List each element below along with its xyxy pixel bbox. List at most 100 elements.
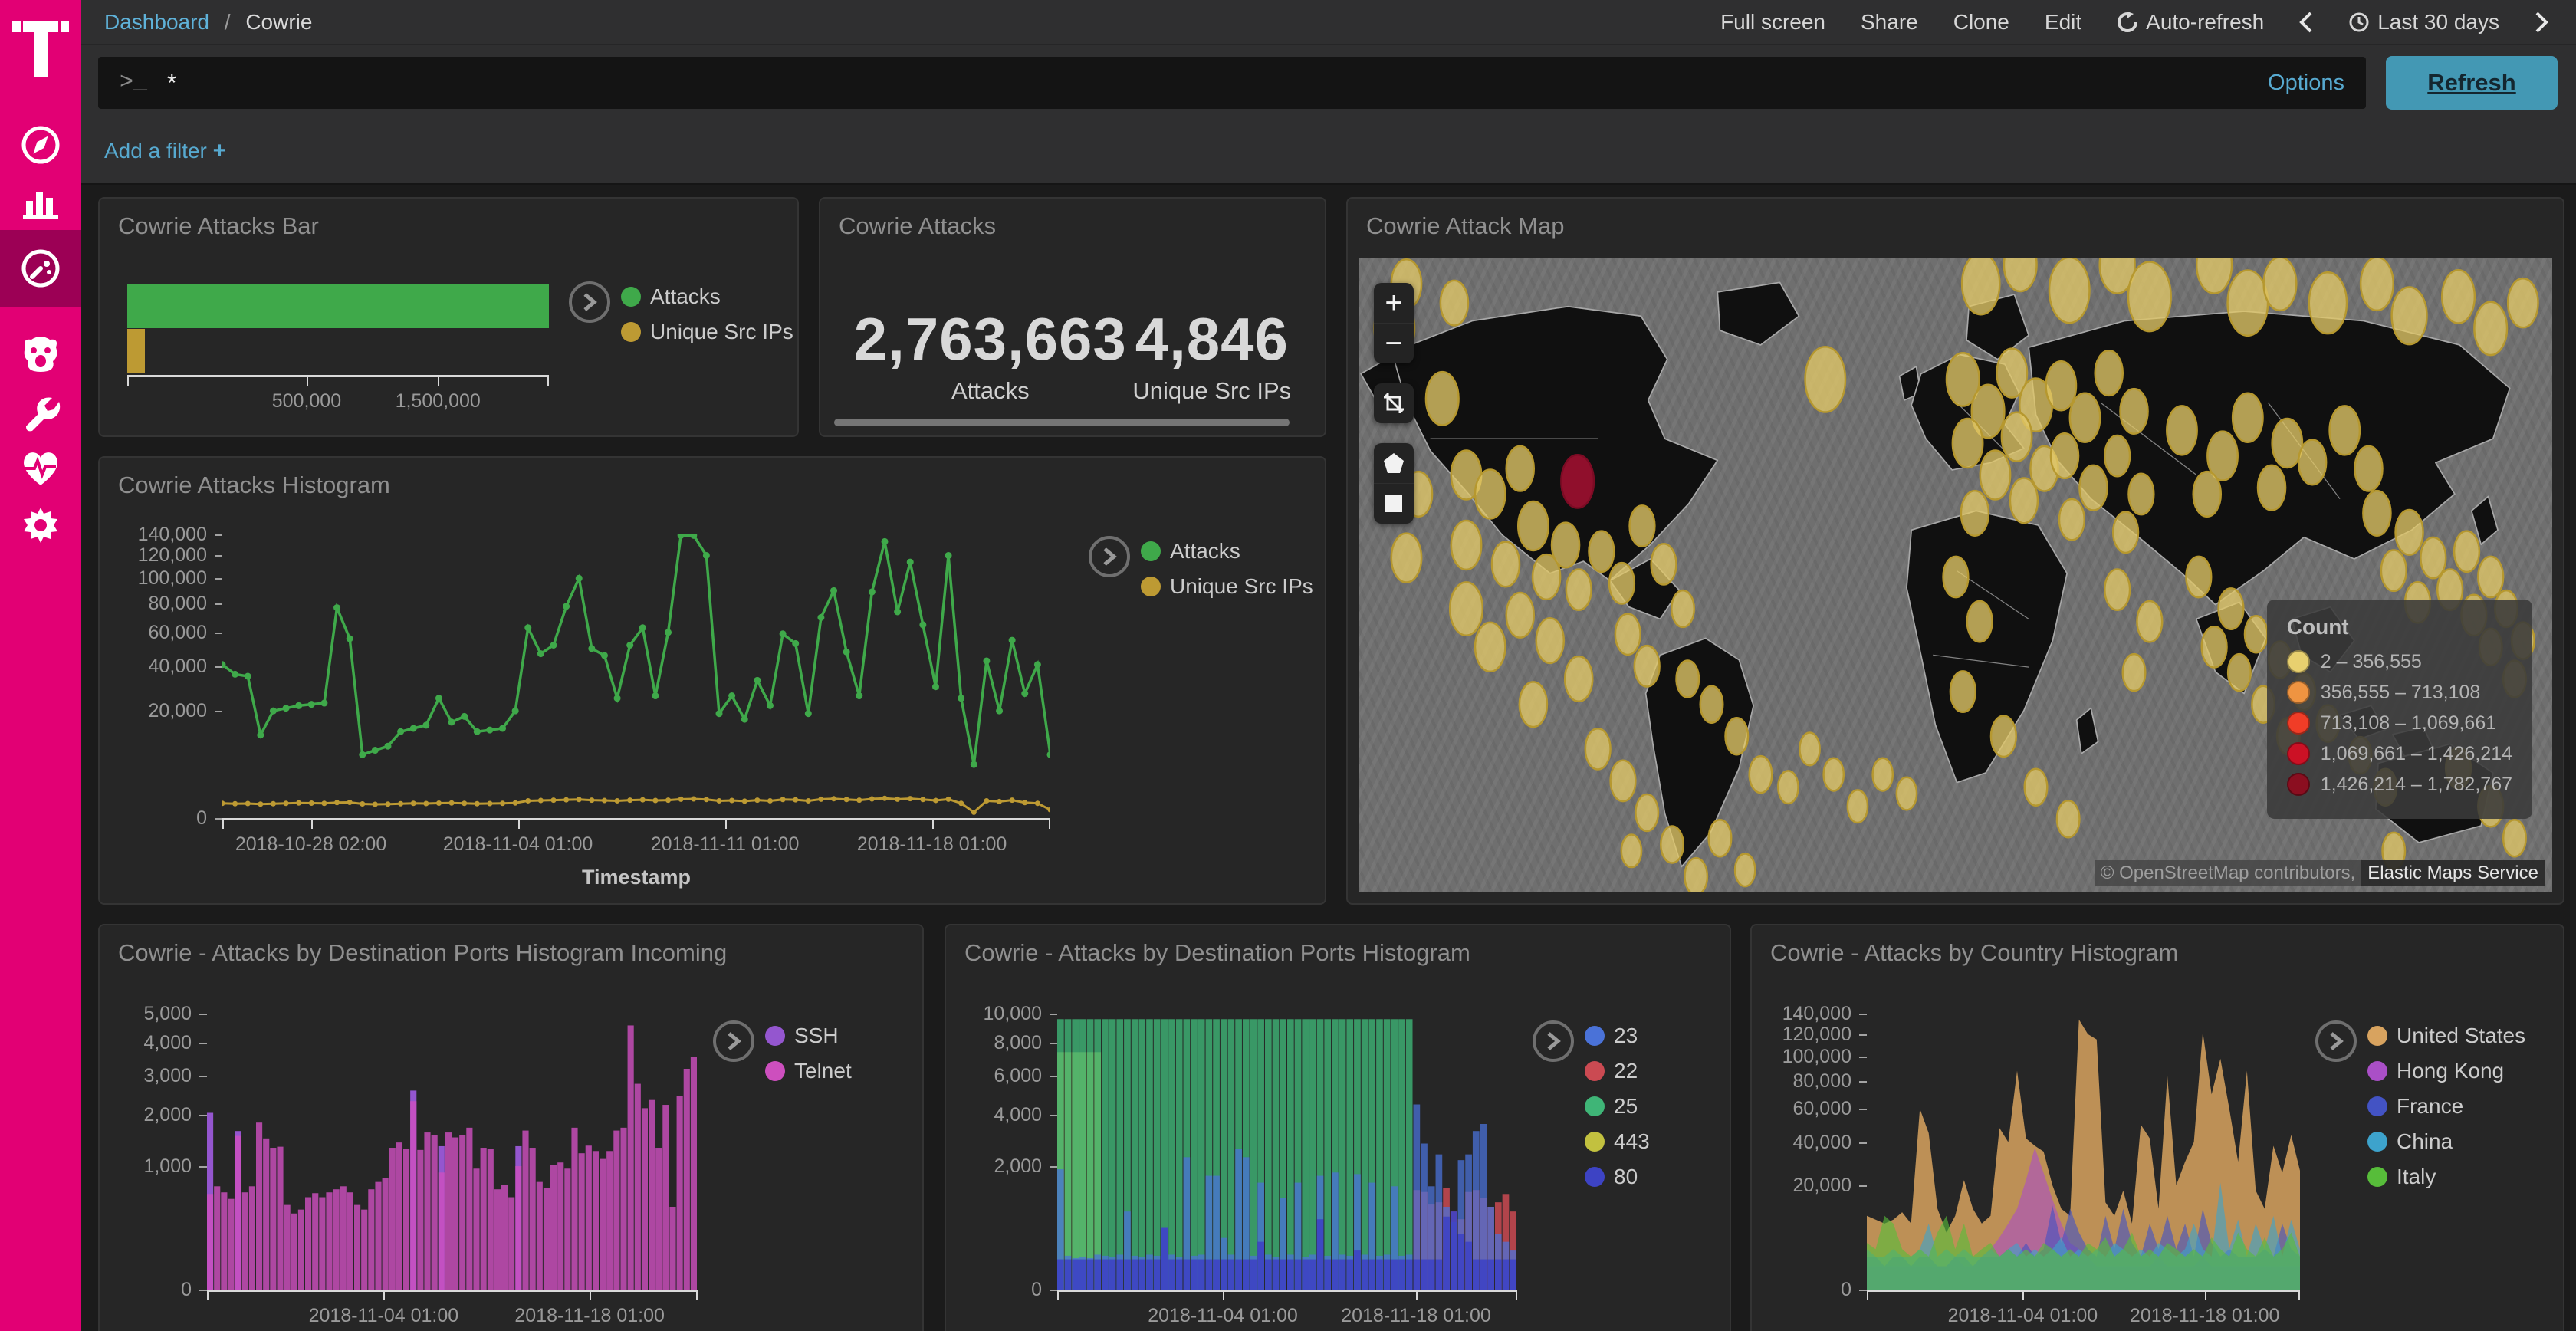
country-area-chart bbox=[1867, 1014, 2300, 1290]
x-axis-title: Timestamp bbox=[222, 866, 1050, 889]
metric-unique-src-ips: 4,846Unique Src IPs bbox=[1132, 304, 1291, 405]
map-fit-bounds-button[interactable] bbox=[1374, 383, 1414, 423]
x-tick-label: 2018-11-04 01:00 bbox=[434, 833, 603, 856]
map-zoom-in-button[interactable]: + bbox=[1374, 283, 1414, 324]
plus-icon: + bbox=[213, 138, 227, 163]
legend-item-china[interactable]: China bbox=[2367, 1129, 2525, 1154]
legend-item-23[interactable]: 23 bbox=[1585, 1024, 1650, 1048]
auto-refresh-button[interactable]: Auto-refresh bbox=[2117, 10, 2264, 35]
map-legend-label: 1,426,214 – 1,782,767 bbox=[2321, 774, 2512, 796]
osm-attribution[interactable]: © OpenStreetMap contributors, bbox=[2095, 860, 2362, 886]
query-prompt-icon: >_ bbox=[120, 70, 147, 96]
heartbeat-icon bbox=[19, 447, 62, 490]
map-polygon-filter-button[interactable] bbox=[1374, 443, 1414, 484]
y-tick-label: 8,000 bbox=[950, 1032, 1042, 1054]
query-value[interactable]: * bbox=[167, 69, 2249, 97]
legend-item-attacks[interactable]: Attacks bbox=[1141, 539, 1313, 564]
edit-button[interactable]: Edit bbox=[2045, 10, 2082, 35]
time-forward-button[interactable] bbox=[2535, 11, 2548, 34]
map-legend-color-dot bbox=[2287, 742, 2310, 765]
legend-expand-button[interactable] bbox=[1089, 536, 1130, 577]
legend-item-80[interactable]: 80 bbox=[1585, 1165, 1650, 1189]
legend-item-unique-src-ips[interactable]: Unique Src IPs bbox=[621, 320, 794, 344]
y-tick-label: 20,000 bbox=[1760, 1175, 1852, 1197]
y-tick-label: 80,000 bbox=[115, 593, 207, 615]
sidebar-item-dashboard[interactable] bbox=[0, 230, 81, 307]
map-legend-item: 356,555 – 713,108 bbox=[2287, 681, 2512, 704]
y-tick-label: 120,000 bbox=[1760, 1024, 1852, 1046]
world-map[interactable]: + − bbox=[1359, 258, 2552, 892]
legend-expand-button[interactable] bbox=[569, 281, 610, 323]
ems-attribution[interactable]: Elastic Maps Service bbox=[2361, 860, 2545, 886]
map-legend-color-dot bbox=[2287, 773, 2310, 796]
legend-color-dot bbox=[2367, 1167, 2387, 1187]
panel-title: Cowrie - Attacks by Destination Ports Hi… bbox=[100, 925, 922, 967]
app-sidebar bbox=[0, 0, 81, 1331]
sidebar-item-discover[interactable] bbox=[0, 117, 81, 173]
refresh-button[interactable]: Refresh bbox=[2386, 56, 2558, 110]
timelion-face-icon bbox=[19, 334, 62, 376]
map-zoom-out-button[interactable]: − bbox=[1374, 324, 1414, 363]
legend-item-attacks[interactable]: Attacks bbox=[621, 284, 794, 309]
chevron-icon bbox=[2535, 11, 2548, 34]
y-tick-label: 0 bbox=[950, 1279, 1042, 1301]
compass-icon bbox=[20, 124, 61, 166]
legend-item-united-states[interactable]: United States bbox=[2367, 1024, 2525, 1048]
legend-item-hong-kong[interactable]: Hong Kong bbox=[2367, 1059, 2525, 1083]
panel-country: Cowrie - Attacks by Country Histogram 02… bbox=[1750, 924, 2564, 1331]
legend-expand-button[interactable] bbox=[713, 1020, 754, 1062]
y-tick-label: 0 bbox=[1760, 1279, 1852, 1301]
legend-color-dot bbox=[1585, 1026, 1605, 1046]
legend-item-france[interactable]: France bbox=[2367, 1094, 2525, 1119]
query-bar: >_ * Options Refresh bbox=[81, 45, 2576, 119]
share-button[interactable]: Share bbox=[1861, 10, 1918, 35]
legend-expand-button[interactable] bbox=[2315, 1020, 2357, 1062]
legend-item-25[interactable]: 25 bbox=[1585, 1094, 1650, 1119]
panel-attack-map: Cowrie Attack Map bbox=[1346, 197, 2564, 905]
legend-color-dot bbox=[2367, 1096, 2387, 1116]
legend-item-unique-src-ips[interactable]: Unique Src IPs bbox=[1141, 574, 1313, 599]
time-picker-button[interactable]: Last 30 days bbox=[2348, 10, 2499, 35]
search-input[interactable]: >_ * Options bbox=[98, 57, 2366, 109]
breadcrumb-page: Cowrie bbox=[245, 10, 312, 34]
bar-chart-icon bbox=[20, 181, 61, 222]
bar-attacks bbox=[127, 284, 549, 328]
map-legend-item: 2 – 356,555 bbox=[2287, 650, 2512, 673]
legend-item-telnet[interactable]: Telnet bbox=[765, 1059, 852, 1083]
full-screen-button[interactable]: Full screen bbox=[1720, 10, 1825, 35]
sidebar-item-timelion[interactable] bbox=[0, 327, 81, 383]
clone-button[interactable]: Clone bbox=[1953, 10, 2009, 35]
t-mobile-logo[interactable] bbox=[0, 0, 81, 90]
legend-label: SSH bbox=[794, 1024, 839, 1048]
legend-color-dot bbox=[1585, 1167, 1605, 1187]
legend-item-ssh[interactable]: SSH bbox=[765, 1024, 852, 1048]
map-rectangle-filter-button[interactable] bbox=[1374, 484, 1414, 524]
legend-color-dot bbox=[1141, 541, 1161, 561]
y-tick-label: 4,000 bbox=[950, 1104, 1042, 1126]
sidebar-item-visualize[interactable] bbox=[0, 173, 81, 230]
legend-label: China bbox=[2397, 1129, 2453, 1154]
y-tick-label: 140,000 bbox=[115, 524, 207, 546]
sidebar-item-management[interactable] bbox=[0, 497, 81, 554]
map-legend-label: 713,108 – 1,069,661 bbox=[2321, 712, 2496, 735]
add-filter-link[interactable]: Add a filter + bbox=[104, 138, 226, 164]
sidebar-item-dev-tools[interactable] bbox=[0, 383, 81, 440]
legend-item-italy[interactable]: Italy bbox=[2367, 1165, 2525, 1189]
legend-label: 23 bbox=[1614, 1024, 1638, 1048]
panel-attacks-bar: Cowrie Attacks Bar 500,0001,500,000 Atta… bbox=[98, 197, 799, 437]
legend-expand-button[interactable] bbox=[1533, 1020, 1574, 1062]
panel-title: Cowrie Attacks Bar bbox=[100, 199, 797, 240]
legend-label: 25 bbox=[1614, 1094, 1638, 1119]
panel-attacks-histogram: Cowrie Attacks Histogram 020,00040,00060… bbox=[98, 456, 1326, 905]
sidebar-item-monitoring[interactable] bbox=[0, 440, 81, 497]
map-legend-color-dot bbox=[2287, 712, 2310, 735]
time-back-button[interactable] bbox=[2299, 11, 2313, 34]
options-link[interactable]: Options bbox=[2268, 71, 2344, 96]
panel-ports-incoming: Cowrie - Attacks by Destination Ports Hi… bbox=[98, 924, 924, 1331]
breadcrumb-dashboard-link[interactable]: Dashboard bbox=[104, 10, 209, 34]
legend-label: 80 bbox=[1614, 1165, 1638, 1189]
legend-item-443[interactable]: 443 bbox=[1585, 1129, 1650, 1154]
legend-item-22[interactable]: 22 bbox=[1585, 1059, 1650, 1083]
horizontal-scrollbar[interactable] bbox=[834, 419, 1290, 426]
top-bar: Dashboard / Cowrie Full screenShareClone… bbox=[81, 0, 2576, 45]
